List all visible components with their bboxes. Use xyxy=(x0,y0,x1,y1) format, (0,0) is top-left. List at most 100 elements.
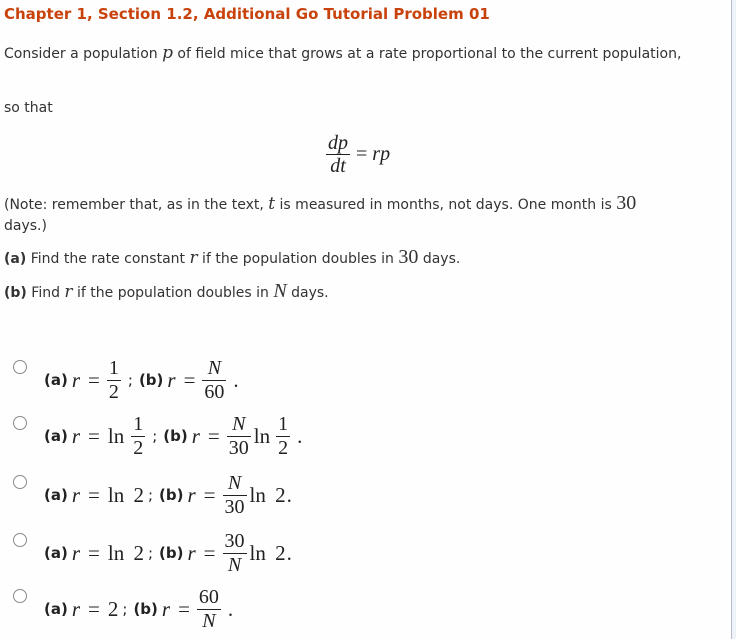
separator: ; xyxy=(147,544,154,562)
period: . xyxy=(286,540,292,565)
part-b-var-n: N xyxy=(273,280,287,302)
a-fraction: 12 xyxy=(131,413,146,460)
scroll-gutter xyxy=(732,0,736,639)
separator: ; xyxy=(147,486,154,504)
numerator: 1 xyxy=(278,412,289,435)
equals-sign: = xyxy=(356,143,368,165)
equals-sign: = xyxy=(88,423,100,448)
b-fraction: N 30 xyxy=(226,413,251,460)
b-fraction: N 30 xyxy=(222,471,247,519)
b-label: (b) xyxy=(159,544,184,562)
period: . xyxy=(297,423,303,448)
eq-rhs: = rp xyxy=(356,143,390,166)
separator: ; xyxy=(152,427,158,445)
equals-sign: = xyxy=(88,367,100,392)
period: . xyxy=(233,367,239,392)
answer-option-3[interactable]: (a) r = ln 2 ; (b) r = N 30 ln 2 . xyxy=(0,467,700,523)
part-b-text: Find xyxy=(26,285,65,301)
option-expression: (a) r = ln 2 ; (b) r = 30 N ln 2 . xyxy=(44,525,292,581)
var-r: r xyxy=(187,482,196,507)
period: . xyxy=(286,482,292,507)
b-fraction: N 60 xyxy=(202,356,227,404)
b-label: (b) xyxy=(163,427,188,445)
equals-sign: = xyxy=(183,367,196,392)
part-a-text-mid: if the population doubles in xyxy=(197,251,399,267)
denominator: 30 xyxy=(224,495,245,518)
radio-button[interactable] xyxy=(13,589,27,603)
a-value: 2 xyxy=(107,596,119,621)
period: . xyxy=(227,596,234,621)
var-r: r xyxy=(64,282,73,302)
a-label: (a) xyxy=(44,427,68,445)
part-b-question: (b) Find r if the population doubles in … xyxy=(4,281,329,304)
numerator: 1 xyxy=(108,356,119,379)
equals-sign: = xyxy=(88,540,100,565)
radio-button[interactable] xyxy=(13,416,27,430)
numerator: N xyxy=(207,356,222,379)
answer-option-1[interactable]: (a) r = 12 ; (b) r = N 60 . xyxy=(0,352,700,408)
equals-sign: = xyxy=(88,596,100,621)
answer-option-4[interactable]: (a) r = ln 2 ; (b) r = 30 N ln 2 . xyxy=(0,525,700,581)
denominator: 2 xyxy=(108,380,119,403)
var-r: r xyxy=(71,540,81,565)
part-a-text: Find the rate constant xyxy=(26,251,190,267)
answer-option-2[interactable]: (a) r = ln 12 ; (b) r = N 30 ln 12 . xyxy=(0,408,700,464)
eq-denominator: dt xyxy=(330,155,346,177)
option-expression: (a) r = 12 ; (b) r = N 60 . xyxy=(44,352,239,408)
radio-button[interactable] xyxy=(13,475,27,489)
b-fraction: 60 N xyxy=(196,585,221,633)
denominator: 2 xyxy=(278,436,289,459)
note-text-mid: is measured in months, not days. One mon… xyxy=(275,197,617,213)
intro-paragraph: Consider a population p of field mice th… xyxy=(4,43,694,65)
denominator: N xyxy=(202,609,216,632)
ln-term: ln 2 xyxy=(249,482,286,507)
var-r: r xyxy=(191,423,200,448)
b-label: (b) xyxy=(138,371,164,389)
numerator: N xyxy=(227,471,242,494)
problem-page: Chapter 1, Section 1.2, Additional Go Tu… xyxy=(0,0,731,639)
denominator: 2 xyxy=(133,436,144,459)
note-text-end: days.) xyxy=(4,218,47,234)
equals-sign: = xyxy=(203,540,216,565)
denominator: N xyxy=(227,553,242,576)
a-label: (a) xyxy=(44,544,68,562)
radio-button[interactable] xyxy=(13,533,27,547)
var-p: p xyxy=(380,143,391,165)
option-expression: (a) r = ln 12 ; (b) r = N 30 ln 12 . xyxy=(44,408,302,464)
part-b-label: (b) xyxy=(4,285,27,301)
b-fraction: 30 N xyxy=(222,530,247,577)
a-label: (a) xyxy=(44,486,68,504)
b-label: (b) xyxy=(133,600,158,618)
var-r: r xyxy=(71,596,81,621)
b-label: (b) xyxy=(159,486,184,504)
dp-dt-fraction: dp dt xyxy=(326,132,350,177)
part-a-number: 30 xyxy=(398,246,419,268)
var-p: p xyxy=(162,43,173,63)
var-r: r xyxy=(189,248,198,268)
b-ln-fraction: 12 xyxy=(276,412,291,460)
equals-sign: = xyxy=(88,482,100,507)
answer-option-5[interactable]: (a) r = 2 ; (b) r = 60 N . xyxy=(0,581,700,637)
note-number: 30 xyxy=(616,192,637,214)
note-text: (Note: remember that, as in the text, xyxy=(4,197,269,213)
differential-equation: dp dt = rp xyxy=(326,132,390,177)
radio-button[interactable] xyxy=(13,360,27,374)
var-r: r xyxy=(71,423,81,448)
option-expression: (a) r = 2 ; (b) r = 60 N . xyxy=(44,581,233,637)
so-that-text: so that xyxy=(4,100,53,116)
separator: ; xyxy=(122,600,128,618)
a-fraction: 12 xyxy=(106,356,121,404)
var-r: r xyxy=(187,540,196,565)
part-a-label: (a) xyxy=(4,251,27,267)
a-value: ln 2 xyxy=(107,482,144,507)
problem-title: Chapter 1, Section 1.2, Additional Go Tu… xyxy=(4,5,490,23)
var-r: r xyxy=(167,367,176,392)
numerator: 60 xyxy=(198,585,219,608)
ln-term: ln 2 xyxy=(249,540,286,565)
a-value: ln 2 xyxy=(107,540,144,565)
var-r: r xyxy=(372,143,381,165)
ln-function: ln xyxy=(253,423,271,448)
part-b-text-end: days. xyxy=(286,285,329,301)
equals-sign: = xyxy=(178,596,190,621)
equals-sign: = xyxy=(207,423,220,448)
